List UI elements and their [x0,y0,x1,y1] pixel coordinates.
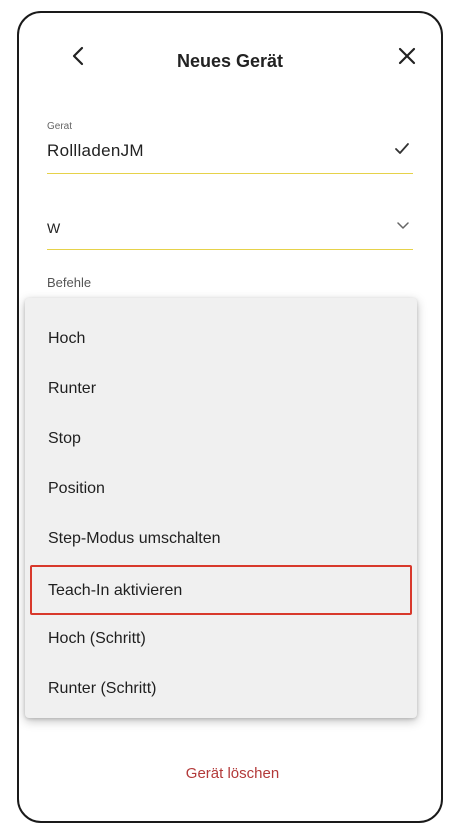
menu-item-runter-schritt[interactable]: Runter (Schritt) [25,665,417,715]
device-name-field[interactable]: Gerat RollladenJM [47,121,413,174]
menu-item-teach-in[interactable]: Teach-In aktivieren [30,565,412,615]
header: Neues Gerät [19,13,441,103]
menu-item-runter[interactable]: Runter [25,365,417,415]
menu-item-stop[interactable]: Stop [25,415,417,465]
menu-item-label: Hoch [48,330,86,347]
menu-item-step-modus[interactable]: Step-Modus umschalten [25,515,417,565]
device-name-value[interactable]: RollladenJM [47,141,144,161]
check-icon [395,143,409,154]
menu-item-position[interactable]: Position [25,465,417,515]
chevron-down-icon [397,222,409,229]
close-icon [398,47,416,65]
commands-dropdown: Hoch Runter Stop Position Step-Modus ums… [25,298,417,718]
menu-item-label: Position [48,480,105,497]
menu-item-label: Runter [48,380,97,397]
page-title: Neues Gerät [176,51,284,71]
menu-item-label: Runter (Schritt) [48,680,157,697]
menu-item-label: Step-Modus umschalten [48,530,221,547]
type-select[interactable]: W [47,208,413,250]
device-name-label: Gerat [47,121,73,132]
commands-label: Befehle [47,275,92,290]
menu-item-label: Teach-In aktivieren [48,582,183,599]
close-button[interactable] [392,41,422,71]
type-select-value: W [47,220,61,236]
delete-device-button[interactable]: Gerät löschen [0,765,465,782]
menu-item-hoch[interactable]: Hoch [25,315,417,365]
menu-item-hoch-schritt[interactable]: Hoch (Schritt) [25,615,417,665]
menu-item-label: Stop [48,430,81,447]
menu-item-label: Hoch (Schritt) [48,630,146,647]
